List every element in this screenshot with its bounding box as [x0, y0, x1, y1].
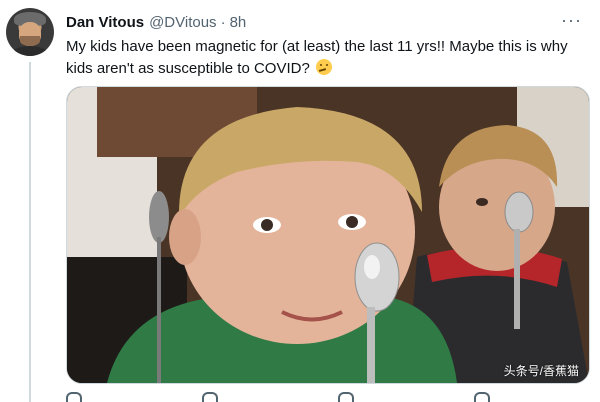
tweet-text: My kids have been magnetic for (at least…	[66, 36, 586, 80]
reply-icon[interactable]	[66, 392, 82, 402]
separator-dot: ·	[220, 13, 226, 31]
tweet-photo[interactable]: 头条号/香蕉猫	[66, 86, 590, 384]
like-icon[interactable]	[338, 392, 354, 402]
share-icon[interactable]	[474, 392, 490, 402]
timestamp[interactable]: 8h	[230, 14, 247, 31]
avatar[interactable]	[6, 8, 54, 56]
action-bar	[66, 390, 586, 402]
more-icon[interactable]: ···	[561, 10, 582, 31]
watermark: 头条号/香蕉猫	[503, 364, 579, 378]
author-name[interactable]: Dan Vitous	[66, 14, 144, 31]
thread-line	[29, 62, 31, 402]
tweet-header: Dan Vitous @DVitous · 8h ···	[66, 10, 584, 32]
photo-illustration	[67, 87, 589, 383]
thinking-face-icon	[315, 59, 332, 75]
author-handle[interactable]: @DVitous	[149, 14, 216, 31]
retweet-icon[interactable]	[202, 392, 218, 402]
